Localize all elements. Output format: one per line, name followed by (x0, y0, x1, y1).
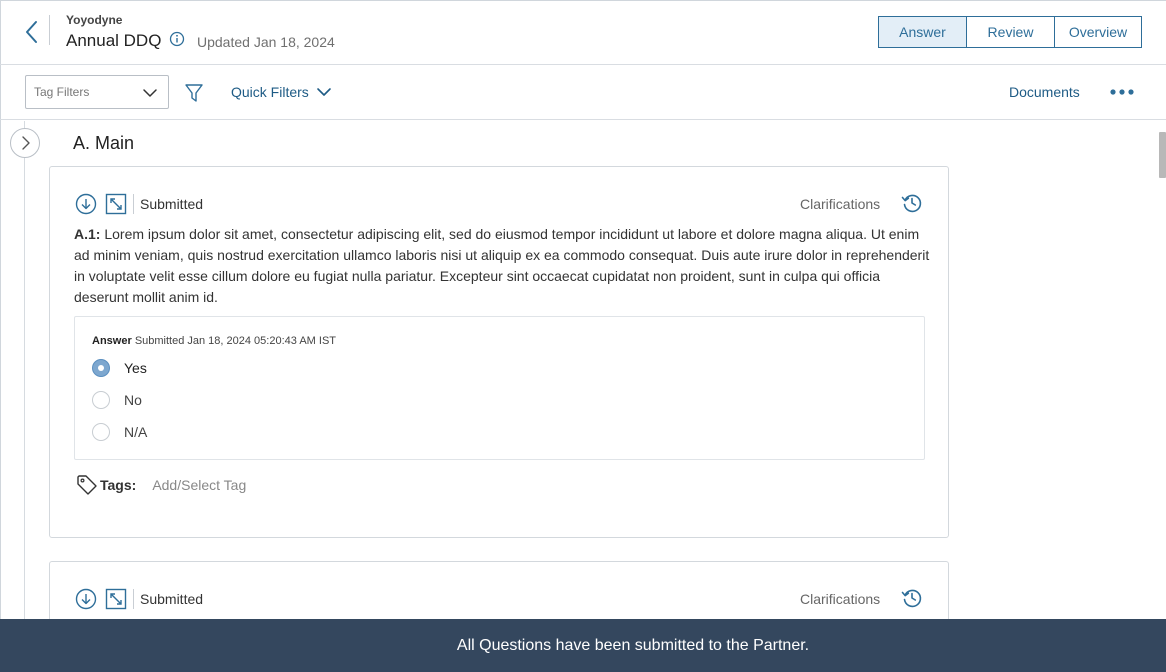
question-status: Submitted (140, 591, 204, 607)
chevron-right-icon (22, 136, 30, 150)
history-icon (901, 194, 922, 213)
header-divider (49, 15, 50, 45)
tab-review[interactable]: Review (966, 16, 1055, 48)
tab-overview[interactable]: Overview (1054, 16, 1142, 48)
chevron-down-icon (143, 89, 157, 97)
download-button[interactable] (75, 193, 97, 215)
filter-button[interactable] (184, 83, 204, 103)
download-circle-icon (75, 588, 97, 610)
updated-timestamp: Updated Jan 18, 2024 (197, 34, 335, 50)
expand-sidebar-button[interactable] (10, 128, 40, 158)
mode-tabs: Answer Review Overview (878, 16, 1142, 48)
question-card: Submitted Clarifications A.1: Lorem ipsu… (49, 166, 949, 538)
history-button[interactable] (901, 192, 923, 214)
filter-funnel-icon (185, 84, 203, 102)
side-rail-line (24, 121, 25, 619)
quick-filters-dropdown[interactable]: Quick Filters (231, 84, 332, 100)
option-na[interactable]: N/A (92, 423, 147, 441)
radio-no[interactable] (92, 391, 110, 409)
option-yes-label: Yes (124, 360, 147, 376)
card-header-divider (133, 194, 134, 214)
info-icon[interactable] (169, 31, 185, 47)
question-id: A.1: (74, 226, 101, 242)
answer-label: Answer (92, 335, 132, 347)
quick-filters-label: Quick Filters (231, 84, 309, 100)
scrollbar-thumb[interactable] (1159, 132, 1166, 178)
page-title: Annual DDQ (66, 31, 162, 50)
documents-link[interactable]: Documents (1009, 84, 1080, 100)
tag-icon (77, 475, 97, 495)
expand-diagonal-icon (105, 588, 127, 610)
expand-question-button[interactable] (105, 193, 127, 215)
question-text: A.1: Lorem ipsum dolor sit amet, consect… (74, 224, 934, 308)
more-horizontal-icon (1110, 89, 1134, 95)
tags-label: Tags: (100, 477, 137, 493)
question-card: Submitted Clarifications (49, 561, 949, 619)
option-yes[interactable]: Yes (92, 359, 147, 377)
tag-filters-select[interactable]: Tag Filters (25, 75, 169, 109)
filter-toolbar: Tag Filters Quick Filters Documents (0, 65, 1166, 120)
banner-message: All Questions have been submitted to the… (456, 636, 810, 654)
submission-banner: All Questions have been submitted to the… (0, 619, 1166, 672)
download-button[interactable] (75, 588, 97, 610)
section-title: A. Main (73, 133, 135, 153)
answer-meta: Answer Submitted Jan 18, 2024 05:20:43 A… (92, 335, 336, 347)
clarifications-link[interactable]: Clarifications (800, 196, 880, 212)
question-status: Submitted (140, 196, 204, 212)
answer-box: Answer Submitted Jan 18, 2024 05:20:43 A… (74, 316, 925, 460)
option-no[interactable]: No (92, 391, 142, 409)
more-options-button[interactable] (1108, 82, 1136, 102)
history-button[interactable] (901, 587, 923, 609)
back-button[interactable] (18, 18, 46, 48)
add-tag-input[interactable]: Add/Select Tag (152, 477, 246, 493)
questions-panel[interactable]: A. Main Submitted Clarifications A.1: Lo… (0, 121, 1166, 619)
organization-name: Yoyodyne (66, 13, 123, 27)
expand-diagonal-icon (105, 193, 127, 215)
clarifications-link[interactable]: Clarifications (800, 591, 880, 607)
chevron-down-icon (316, 88, 331, 96)
download-circle-icon (75, 193, 97, 215)
tab-answer[interactable]: Answer (878, 16, 967, 48)
tags-row: Tags: Add/Select Tag (76, 474, 246, 496)
radio-yes[interactable] (92, 359, 110, 377)
history-icon (901, 589, 922, 608)
answer-submitted-info: Submitted Jan 18, 2024 05:20:43 AM IST (134, 335, 336, 347)
option-no-label: No (124, 392, 142, 408)
page-header: Yoyodyne Annual DDQ Updated Jan 18, 2024… (0, 0, 1166, 65)
radio-na[interactable] (92, 423, 110, 441)
option-na-label: N/A (124, 424, 148, 440)
tag-filters-placeholder: Tag Filters (34, 85, 90, 99)
back-arrow-icon (26, 21, 37, 43)
card-header-divider (133, 589, 134, 609)
question-body: Lorem ipsum dolor sit amet, consectetur … (74, 226, 930, 305)
expand-question-button[interactable] (105, 588, 127, 610)
